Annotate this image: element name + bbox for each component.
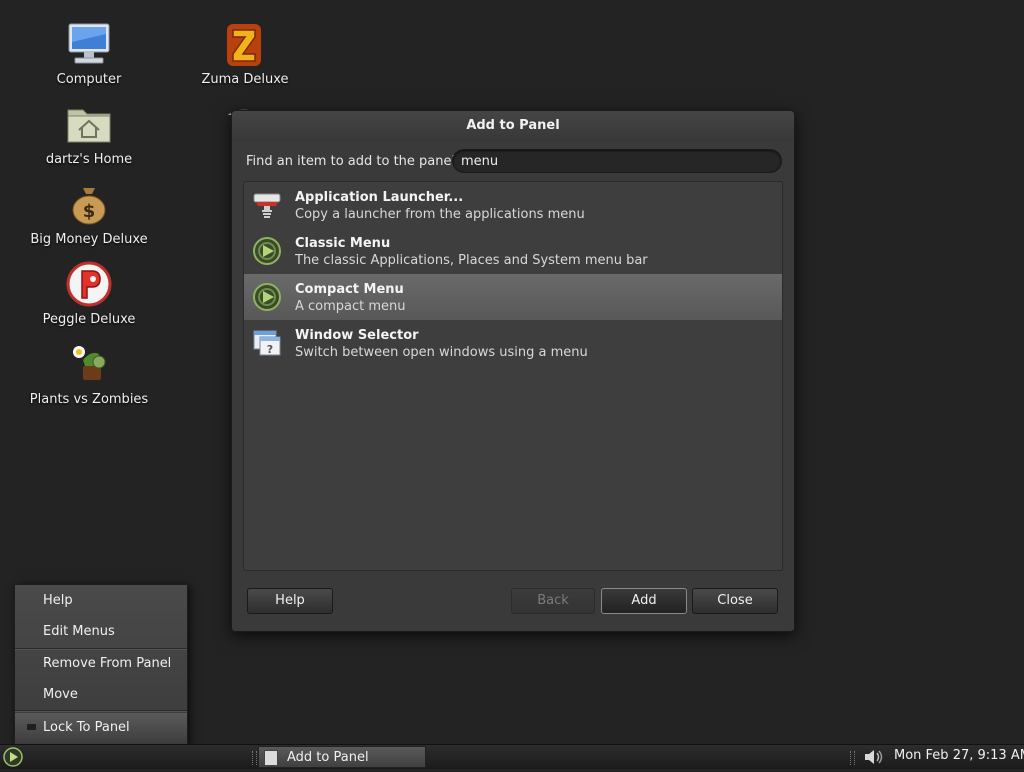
search-input[interactable] [452,149,782,173]
menu-arrow-icon [252,282,282,312]
desktop-icon-label: Zuma Deluxe [201,72,289,87]
computer-icon [65,20,113,68]
menu-item-help[interactable]: Help [15,587,187,615]
bottom-panel: Add to Panel Mon Feb 27, 9:13 AM [0,744,1024,769]
item-title: Classic Menu [295,236,391,251]
menu-arrow-icon [252,236,282,266]
desktop-icon-label: Computer [56,72,122,87]
panel-context-menu: Help Edit Menus Remove From Panel Move L… [14,584,188,746]
taskbar-drag-handle[interactable] [252,751,257,765]
item-description: A compact menu [295,299,406,314]
plants-vs-zombies-icon [65,340,113,388]
svg-text:?: ? [267,343,273,356]
dialog-title[interactable]: Add to Panel [232,111,794,141]
money-bag-icon: $ [65,180,113,228]
menu-item-lock-to-panel[interactable]: Lock To Panel [15,713,187,743]
list-item-application-launcher[interactable]: Application Launcher... Copy a launcher … [244,182,782,228]
find-label: Find an item to add to the panel: [246,154,460,169]
checkbox-icon [27,724,36,730]
task-button-add-to-panel[interactable]: Add to Panel [258,746,426,768]
menu-item-label: Lock To Panel [43,720,130,735]
desktop-icon-label: dartz's Home [45,152,133,167]
item-title: Window Selector [295,328,419,343]
item-list[interactable]: Application Launcher... Copy a launcher … [243,181,783,571]
add-to-panel-dialog: Add to Panel Find an item to add to the … [231,110,795,632]
desktop-icon-pvz[interactable]: Plants vs Zombies [24,340,154,407]
desktop-icon-home[interactable]: dartz's Home [24,100,154,167]
menu-item-edit-menus[interactable]: Edit Menus [15,618,187,646]
menu-item-remove-from-panel[interactable]: Remove From Panel [15,650,187,678]
list-item-classic-menu[interactable]: Classic Menu The classic Applications, P… [244,228,782,274]
svg-text:$: $ [83,201,96,222]
list-item-window-selector[interactable]: ? Window Selector Switch between open wi… [244,320,782,366]
home-folder-icon [65,100,113,148]
tray-drag-handle[interactable] [850,751,855,765]
find-row: Find an item to add to the panel: [246,149,782,175]
desktop-icon-label: Plants vs Zombies [29,392,149,407]
peggle-icon [65,260,113,308]
item-description: Switch between open windows using a menu [295,345,588,360]
desktop-icon-label: Big Money Deluxe [30,232,148,247]
desktop-icon-peggle[interactable]: Peggle Deluxe [24,260,154,327]
clock[interactable]: Mon Feb 27, 9:13 AM [894,748,1024,763]
desktop-icon-big-money[interactable]: $ Big Money Deluxe [24,180,154,247]
menu-item-move[interactable]: Move [15,681,187,709]
item-description: The classic Applications, Places and Sys… [295,253,648,268]
compact-menu-icon[interactable] [2,746,24,768]
add-button[interactable]: Add [601,588,687,614]
zuma-icon [221,20,269,68]
item-title: Compact Menu [295,282,404,297]
launcher-icon [252,190,282,220]
window-selector-icon: ? [252,328,282,358]
desktop-icon-label: Peggle Deluxe [42,312,136,327]
back-button[interactable]: Back [511,588,595,614]
item-title: Application Launcher... [295,190,464,205]
help-button[interactable]: Help [247,588,333,614]
task-label: Add to Panel [287,750,369,765]
menu-separator [15,710,187,712]
desktop-icon-zuma[interactable]: Zuma Deluxe [180,20,310,87]
desktop-icon-computer[interactable]: Computer [24,20,154,87]
item-description: Copy a launcher from the applications me… [295,207,585,222]
volume-icon[interactable] [862,747,886,767]
window-icon [264,750,278,766]
close-button[interactable]: Close [692,588,778,614]
list-item-compact-menu[interactable]: Compact Menu A compact menu [244,274,782,320]
